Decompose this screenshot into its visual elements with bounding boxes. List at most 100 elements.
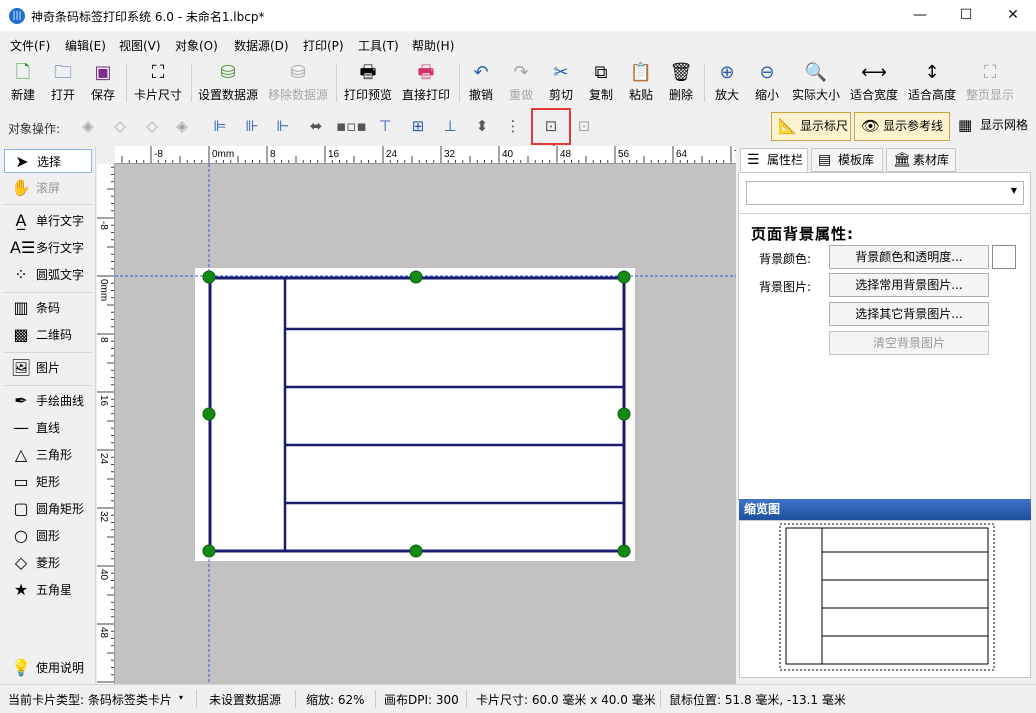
open-button[interactable]: 🗀 打开 — [48, 62, 78, 106]
show-ruler-toggle[interactable]: 📐 显示标尺 — [771, 112, 851, 141]
copy-button[interactable]: ⧉ 复制 — [586, 62, 616, 106]
send-backward-icon[interactable]: ◇ — [142, 116, 162, 136]
tool-multi-text[interactable]: A☰ 多行文字 — [4, 236, 92, 260]
direct-print-button[interactable]: 🖶 直接打印 — [400, 62, 452, 106]
tab-properties[interactable]: ☰ 属性栏 — [740, 148, 808, 172]
menu-tools[interactable]: 工具(T) — [358, 37, 399, 54]
tab-properties-label: 属性栏 — [767, 153, 804, 167]
menu-edit[interactable]: 编辑(E) — [65, 37, 106, 54]
selection-handles[interactable] — [202, 270, 631, 558]
redo-button[interactable]: ↷ 重做 — [506, 62, 536, 106]
actual-size-button[interactable]: 🔍 实际大小 — [790, 62, 842, 106]
menu-datasource[interactable]: 数据源(D) — [234, 37, 289, 54]
save-button[interactable]: ▣ 保存 — [88, 62, 118, 106]
menu-object[interactable]: 对象(O) — [175, 37, 218, 54]
zoom-in-button[interactable]: ⊕ 放大 — [712, 62, 742, 106]
tool-qrcode[interactable]: ▩ 二维码 — [4, 323, 92, 347]
design-canvas[interactable] — [115, 164, 736, 684]
undo-button[interactable]: ↶ 撤销 — [466, 62, 496, 106]
object-select-dropdown[interactable]: ▼ — [746, 181, 1024, 205]
close-button[interactable]: ✕ — [990, 0, 1036, 31]
tool-triangle-label: 三角形 — [36, 448, 73, 462]
table-object[interactable] — [208, 276, 626, 553]
delete-button[interactable]: 🗑 删除 — [666, 62, 696, 106]
resize-handle-top-left[interactable] — [202, 270, 216, 284]
tool-star[interactable]: ★ 五角星 — [4, 578, 92, 602]
bg-color-swatch[interactable] — [992, 245, 1016, 269]
fit-page-button[interactable]: ⛶ 整页显示 — [964, 62, 1016, 106]
lightbulb-icon: 💡 — [11, 658, 31, 677]
new-button[interactable]: 🗋 新建 — [8, 62, 38, 106]
right-panel: ☰ 属性栏 ▤ 模板库 🏛 素材库 ▼ 页面背景属性: 背景颜色: 背景颜色和透明度.… — [737, 146, 1036, 684]
resize-handle-top[interactable] — [409, 270, 423, 284]
menu-help[interactable]: 帮助(H) — [412, 37, 454, 54]
vertical-ruler[interactable]: -8 0mm 8 16 24 32 40 48 — [97, 164, 115, 684]
tool-image[interactable]: 🖼 图片 — [4, 356, 92, 380]
tool-single-text[interactable]: A̲ 单行文字 — [4, 209, 92, 233]
toolbar-separator — [126, 64, 127, 102]
align-right-icon[interactable]: ⊩ — [273, 116, 293, 136]
remove-datasource-button[interactable]: ⛁ 移除数据源 — [266, 62, 330, 106]
align-middle-v-icon[interactable]: ⊞ — [408, 116, 428, 136]
print-preview-button[interactable]: 🖶 打印预览 — [342, 62, 394, 106]
tool-line-label: 直线 — [36, 421, 61, 435]
align-center-h-icon[interactable]: ⊪ — [242, 116, 262, 136]
same-width-icon[interactable]: ⬌ — [306, 116, 326, 136]
send-to-back-icon[interactable]: ◈ — [172, 116, 192, 136]
choose-common-bg-button[interactable]: 选择常用背景图片... — [829, 273, 989, 297]
status-datasource: 未设置数据源 — [209, 693, 282, 707]
cut-button[interactable]: ✂ 剪切 — [546, 62, 576, 106]
bg-color-button[interactable]: 背景颜色和透明度... — [829, 245, 989, 269]
ruler-label: 72 — [734, 149, 736, 160]
tool-arc-text[interactable]: ⁘ 圆弧文字 — [4, 263, 92, 287]
bring-to-front-icon[interactable]: ◈ — [78, 116, 98, 136]
resize-handle-left[interactable] — [202, 407, 216, 421]
distribute-horizontal-icon[interactable]: ▪▫▪ — [336, 116, 367, 136]
tool-circle[interactable]: ○ 圆形 — [4, 524, 92, 548]
minimize-button[interactable]: — — [897, 0, 943, 31]
tool-line[interactable]: — 直线 — [4, 416, 92, 440]
tool-rectangle[interactable]: ▭ 矩形 — [4, 470, 92, 494]
align-left-icon[interactable]: ⊫ — [210, 116, 230, 136]
status-card-type[interactable]: 当前卡片类型: 条码标签类卡片 — [8, 691, 172, 708]
set-datasource-button[interactable]: ⛁ 设置数据源 — [196, 62, 260, 106]
tab-templates[interactable]: ▤ 模板库 — [811, 148, 883, 172]
align-bottom-icon[interactable]: ⊥ — [440, 116, 460, 136]
show-grid-toggle[interactable]: ▦ 显示网格 — [952, 112, 1036, 141]
printer-icon: 🖶 — [417, 62, 435, 83]
resize-handle-top-right[interactable] — [617, 270, 631, 284]
tool-scroll[interactable]: ✋ 滚屏 — [4, 176, 92, 200]
bring-forward-icon[interactable]: ◇ — [110, 116, 130, 136]
resize-handle-bottom[interactable] — [409, 544, 423, 558]
ruler-label: 64 — [676, 149, 688, 160]
tab-materials[interactable]: 🏛 素材库 — [886, 148, 956, 172]
same-height-icon[interactable]: ⬍ — [472, 116, 492, 136]
resize-handle-right[interactable] — [617, 407, 631, 421]
tool-diamond[interactable]: ◇ 菱形 — [4, 551, 92, 575]
horizontal-ruler[interactable]: -8 0mm 8 16 24 32 40 48 56 64 72 — [115, 146, 736, 164]
resize-handle-bottom-right[interactable] — [617, 544, 631, 558]
menu-print[interactable]: 打印(P) — [303, 37, 344, 54]
title-bar: ||| 神奇条码标签打印系统 6.0 - 未命名1.lbcp* — ☐ ✕ — [0, 0, 1036, 31]
tool-select[interactable]: ➤ 选择 — [4, 149, 92, 173]
tool-freehand[interactable]: ✒ 手绘曲线 — [4, 389, 92, 413]
tool-rounded-rect[interactable]: ▢ 圆角矩形 — [4, 497, 92, 521]
menu-file[interactable]: 文件(F) — [10, 37, 50, 54]
choose-other-bg-button[interactable]: 选择其它背景图片... — [829, 302, 989, 326]
resize-handle-bottom-left[interactable] — [202, 544, 216, 558]
menu-view[interactable]: 视图(V) — [119, 37, 161, 54]
tool-barcode[interactable]: ▥ 条码 — [4, 296, 92, 320]
paste-button[interactable]: 📋 粘贴 — [626, 62, 656, 106]
clear-bg-button[interactable]: 清空背景图片 — [829, 331, 989, 355]
tool-triangle[interactable]: △ 三角形 — [4, 443, 92, 467]
maximize-button[interactable]: ☐ — [943, 0, 989, 31]
distribute-vertical-icon[interactable]: ⋮ — [503, 116, 523, 136]
group-icon[interactable]: ⊡ — [574, 116, 594, 136]
align-top-icon[interactable]: ⊤ — [375, 116, 395, 136]
fit-width-button[interactable]: ⟷ 适合宽度 — [848, 62, 900, 106]
fit-height-button[interactable]: ↕ 适合高度 — [906, 62, 958, 106]
zoom-out-button[interactable]: ⊖ 缩小 — [752, 62, 782, 106]
show-guides-toggle[interactable]: 👁 显示参考线 — [854, 112, 950, 141]
card-size-button[interactable]: ⛶ 卡片尺寸 — [132, 62, 184, 106]
help-button[interactable]: 💡 使用说明 — [4, 656, 92, 680]
